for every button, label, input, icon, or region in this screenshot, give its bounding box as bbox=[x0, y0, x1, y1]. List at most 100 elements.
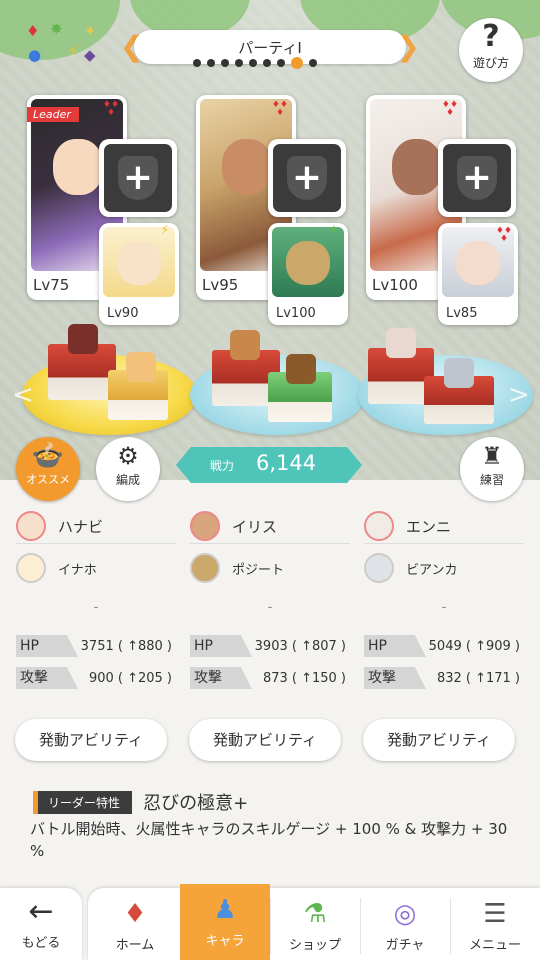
menu-icon: ☰ bbox=[483, 899, 507, 929]
back-arrow-icon: ← bbox=[28, 894, 54, 929]
hp-value: 3903 ( ↑807 ) bbox=[254, 638, 346, 654]
formation-button[interactable]: ⚙ 編成 bbox=[96, 437, 160, 501]
attack-stat: 攻撃 832 ( ↑171 ) bbox=[364, 662, 524, 694]
ability-placeholder: - bbox=[267, 600, 273, 615]
nav-shop[interactable]: ⚗ ショップ bbox=[270, 888, 360, 960]
sub-member-row[interactable]: ポジート bbox=[190, 550, 350, 586]
ability-button-3[interactable]: 発動アビリティ bbox=[363, 719, 515, 761]
hp-label: HP bbox=[16, 635, 78, 657]
attack-value: 900 ( ↑205 ) bbox=[88, 670, 172, 686]
nav-chara[interactable]: ♟ キャラ bbox=[180, 884, 270, 960]
sub-member-name: イナホ bbox=[58, 562, 97, 578]
plus-icon: + bbox=[461, 157, 493, 198]
divider bbox=[16, 543, 176, 544]
divider bbox=[364, 543, 524, 544]
recommend-button[interactable]: 🍲 オススメ bbox=[16, 437, 80, 501]
nav-gacha-label: ガチャ bbox=[385, 938, 425, 953]
sub-member-row[interactable]: イナホ bbox=[16, 550, 176, 586]
page-dot[interactable] bbox=[263, 59, 271, 67]
help-button[interactable]: ? 遊び方 bbox=[459, 18, 523, 82]
scroll-right-arrow-icon[interactable]: > bbox=[508, 380, 530, 410]
character-level: Lv100 bbox=[372, 276, 418, 294]
ability-button-2[interactable]: 発動アビリティ bbox=[189, 719, 341, 761]
avatar bbox=[364, 553, 394, 583]
element-filter-icon[interactable]: ♦ ⚡ ✦ ◆ ● ✸ bbox=[24, 20, 102, 70]
water-element-icon: ● bbox=[28, 46, 42, 64]
page-dot[interactable] bbox=[221, 59, 229, 67]
wind-attribute-icon: ✦ bbox=[328, 223, 340, 238]
owl-sprite bbox=[286, 354, 316, 384]
ability-placeholder: - bbox=[441, 600, 447, 615]
plus-icon: + bbox=[122, 157, 154, 198]
training-dummy-icon: ♜ bbox=[481, 442, 503, 470]
character-face bbox=[392, 139, 442, 195]
hp-value: 5049 ( ↑909 ) bbox=[428, 638, 520, 654]
page-dot[interactable] bbox=[309, 59, 317, 67]
page-dot[interactable] bbox=[277, 59, 285, 67]
main-member-row[interactable]: ハナビ bbox=[16, 508, 176, 544]
weapon-slot-bg: + bbox=[273, 144, 341, 212]
formation-label: 編成 bbox=[115, 473, 140, 487]
help-label: 遊び方 bbox=[472, 56, 509, 70]
page-dot[interactable] bbox=[207, 59, 215, 67]
party-slot-2: ♦♦ ♦ Lv95 + ✦ Lv100 bbox=[196, 95, 356, 325]
scroll-left-arrow-icon[interactable]: < bbox=[12, 380, 34, 410]
character-face bbox=[222, 139, 272, 195]
plus-icon: + bbox=[291, 157, 323, 198]
leader-skill-description: バトル開始時、火属性キャラのスキルゲージ + 100 % & 攻撃力 + 30 … bbox=[30, 820, 508, 860]
fire-attribute-icon: ♦♦ ♦ bbox=[441, 100, 459, 118]
nav-menu[interactable]: ☰ メニュー bbox=[450, 888, 540, 960]
fire-attribute-icon: ♦♦ ♦ bbox=[495, 226, 513, 244]
main-member-row[interactable]: イリス bbox=[190, 508, 350, 544]
party-scene: ♦ ⚡ ✦ ◆ ● ✸ ❮ パーティⅠ ❯ ? 遊び方 Leader ♦♦ ♦ L… bbox=[0, 0, 540, 480]
member-column-3: エンニ ビアンカ - HP 5049 ( ↑909 ) 攻撃 832 ( ↑171 … bbox=[364, 508, 524, 694]
leader-skill-name: 忍びの極意+ bbox=[143, 793, 249, 814]
page-dot[interactable] bbox=[249, 59, 257, 67]
next-party-arrow-icon[interactable]: ❯ bbox=[397, 30, 420, 64]
party-slot-3: ♦♦ ♦ Lv100 + ♦♦ ♦ Lv85 bbox=[366, 95, 526, 325]
hp-stat: HP 3751 ( ↑880 ) bbox=[16, 630, 176, 662]
ability-button-1[interactable]: 発動アビリティ bbox=[15, 719, 167, 761]
sub-member-row[interactable]: ビアンカ bbox=[364, 550, 524, 586]
attack-stat: 攻撃 900 ( ↑205 ) bbox=[16, 662, 176, 694]
member-column-2: イリス ポジート - HP 3903 ( ↑807 ) 攻撃 873 ( ↑150 … bbox=[190, 508, 350, 694]
question-icon: ? bbox=[482, 19, 500, 54]
member-column-1: ハナビ イナホ - HP 3751 ( ↑880 ) 攻撃 900 ( ↑205 ) bbox=[16, 508, 176, 694]
nav-chara-label: キャラ bbox=[205, 934, 245, 949]
party-slot-1: Leader ♦♦ ♦ Lv75 + ⚡ Lv90 bbox=[27, 95, 187, 325]
avatar bbox=[16, 553, 46, 583]
party-page-dots bbox=[193, 57, 317, 69]
power-value: 6,144 bbox=[256, 451, 317, 475]
page-dot[interactable] bbox=[291, 57, 303, 69]
ninja-sprite bbox=[68, 324, 98, 354]
back-button[interactable]: ← もどる bbox=[0, 888, 82, 960]
weapon-slot-bg: + bbox=[443, 144, 511, 212]
hp-stat: HP 5049 ( ↑909 ) bbox=[364, 630, 524, 662]
character-level: Lv75 bbox=[33, 276, 70, 294]
practice-button[interactable]: ♜ 練習 bbox=[460, 437, 524, 501]
page-dot[interactable] bbox=[235, 59, 243, 67]
nav-shop-label: ショップ bbox=[288, 938, 341, 953]
party-plate-2 bbox=[190, 300, 365, 440]
main-member-row[interactable]: エンニ bbox=[364, 508, 524, 544]
avatar bbox=[364, 511, 394, 541]
party-plate-3 bbox=[358, 300, 533, 440]
nav-home[interactable]: ♦ ホーム bbox=[90, 888, 180, 960]
member-name: ハナビ bbox=[58, 517, 104, 536]
nav-gacha[interactable]: ◎ ガチャ bbox=[360, 888, 450, 960]
weapon-slot-empty[interactable]: + bbox=[438, 139, 516, 217]
weapon-slot-empty[interactable]: + bbox=[99, 139, 177, 217]
ability-placeholder: - bbox=[93, 600, 99, 615]
hp-stat: HP 3903 ( ↑807 ) bbox=[190, 630, 350, 662]
weapon-slot-bg: + bbox=[104, 144, 172, 212]
weapon-slot-empty[interactable]: + bbox=[268, 139, 346, 217]
person-gear-icon: ⚙ bbox=[117, 442, 139, 470]
fire-attribute-icon: ♦♦ ♦ bbox=[102, 100, 120, 118]
recommend-label: オススメ bbox=[26, 473, 70, 486]
page-dot[interactable] bbox=[193, 59, 201, 67]
attack-value: 832 ( ↑171 ) bbox=[436, 670, 520, 686]
attack-value: 873 ( ↑150 ) bbox=[262, 670, 346, 686]
bunny-sprite bbox=[126, 352, 156, 382]
practice-label: 練習 bbox=[479, 473, 504, 487]
knight-sprite bbox=[444, 358, 474, 388]
